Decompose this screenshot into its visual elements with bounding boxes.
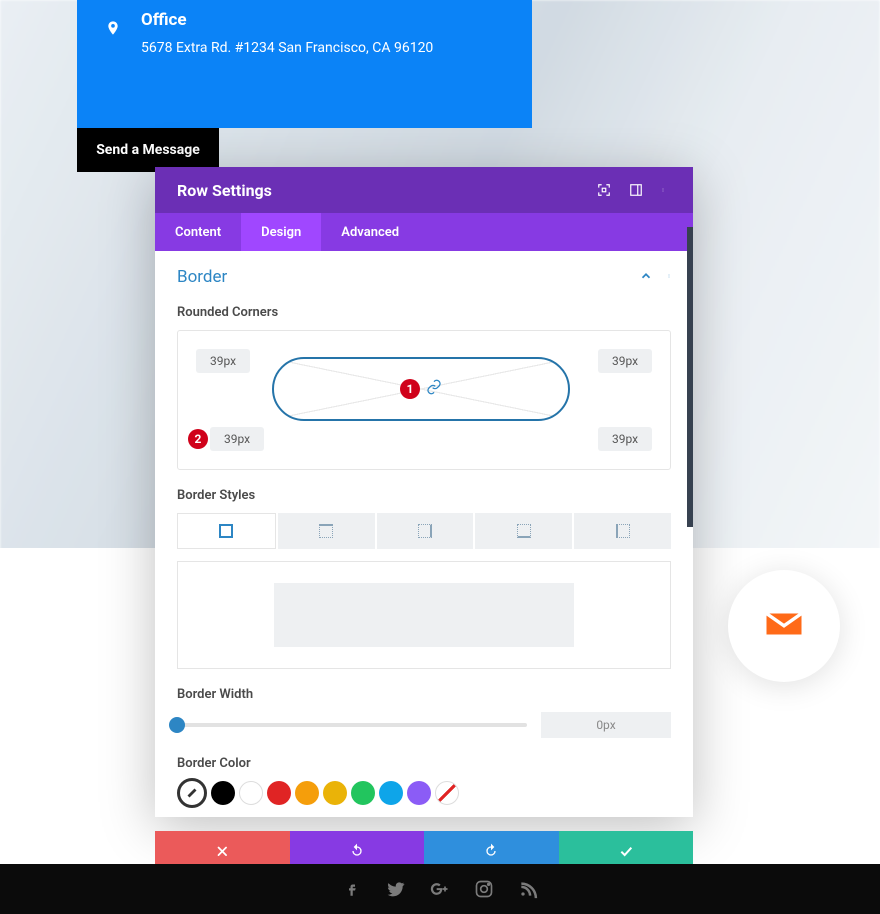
modal-body: Border Rounded Corners 39px 39px 39px 39… — [155, 251, 693, 817]
mail-icon — [763, 603, 805, 649]
corner-top-left-input[interactable]: 39px — [196, 349, 250, 373]
border-style-left[interactable] — [574, 513, 671, 549]
corner-bottom-right-input[interactable]: 39px — [598, 427, 652, 451]
color-swatch-white[interactable] — [239, 781, 263, 805]
label-border-styles: Border Styles — [177, 488, 671, 503]
send-message-label: Send a Message — [96, 142, 200, 158]
color-swatch-none[interactable] — [435, 781, 459, 805]
link-corners-icon[interactable] — [426, 379, 442, 399]
tab-design-label: Design — [261, 225, 301, 240]
label-border-width: Border Width — [177, 687, 671, 702]
office-address: 5678 Extra Rd. #1234 San Francisco, CA 9… — [141, 40, 433, 56]
more-menu-icon[interactable] — [661, 183, 675, 197]
twitter-icon[interactable] — [385, 878, 407, 900]
corner-top-right-input[interactable]: 39px — [598, 349, 652, 373]
color-swatch-orange[interactable] — [295, 781, 319, 805]
border-color-palette — [177, 781, 671, 808]
scrollbar[interactable] — [687, 227, 693, 527]
color-swatch-black[interactable] — [211, 781, 235, 805]
border-style-all[interactable] — [177, 513, 276, 549]
annotation-badge-2: 2 — [188, 429, 208, 449]
color-swatch-selected[interactable] — [177, 778, 207, 808]
color-swatch-red[interactable] — [267, 781, 291, 805]
facebook-icon[interactable] — [341, 878, 363, 900]
corner-preview-pill: 1 — [272, 357, 570, 421]
modal-title: Row Settings — [177, 181, 272, 200]
tab-content[interactable]: Content — [155, 213, 241, 251]
contact-fab[interactable] — [728, 570, 840, 682]
section-title-border[interactable]: Border — [177, 267, 227, 287]
label-border-color: Border Color — [177, 756, 671, 771]
border-style-right[interactable] — [377, 513, 474, 549]
color-swatch-purple[interactable] — [407, 781, 431, 805]
instagram-icon[interactable] — [473, 878, 495, 900]
tab-content-label: Content — [175, 225, 221, 240]
border-style-top[interactable] — [278, 513, 375, 549]
panel-toggle-icon[interactable] — [629, 183, 643, 197]
rss-icon[interactable] — [517, 878, 539, 900]
color-swatch-yellow[interactable] — [323, 781, 347, 805]
modal-header: Row Settings — [155, 167, 693, 213]
color-swatch-green[interactable] — [351, 781, 375, 805]
border-style-bottom[interactable] — [475, 513, 572, 549]
location-pin-icon — [105, 18, 121, 110]
tab-advanced[interactable]: Advanced — [321, 213, 419, 251]
google-plus-icon[interactable] — [429, 878, 451, 900]
focus-icon[interactable] — [597, 183, 611, 197]
border-style-preview-inner — [274, 583, 574, 647]
color-swatch-blue[interactable] — [379, 781, 403, 805]
annotation-badge-1: 1 — [400, 379, 420, 399]
modal-tabs: Content Design Advanced — [155, 213, 693, 251]
row-settings-modal: Row Settings Content Design Advanced Bor… — [155, 167, 693, 817]
section-more-icon[interactable] — [667, 268, 671, 287]
border-style-tabs — [177, 513, 671, 549]
border-width-slider[interactable] — [177, 723, 527, 727]
tab-advanced-label: Advanced — [341, 225, 399, 240]
slider-thumb[interactable] — [169, 717, 185, 733]
border-style-preview — [177, 561, 671, 669]
office-title: Office — [141, 10, 433, 30]
border-width-input[interactable]: 0px — [541, 712, 671, 738]
collapse-icon[interactable] — [639, 268, 653, 287]
corner-bottom-left-input[interactable]: 39px — [210, 427, 264, 451]
label-rounded-corners: Rounded Corners — [177, 305, 671, 320]
send-message-button[interactable]: Send a Message — [77, 128, 219, 172]
site-footer — [0, 864, 880, 914]
office-card: Office 5678 Extra Rd. #1234 San Francisc… — [77, 0, 532, 128]
tab-design[interactable]: Design — [241, 213, 321, 251]
rounded-corners-control: 39px 39px 39px 39px 1 2 — [177, 330, 671, 470]
